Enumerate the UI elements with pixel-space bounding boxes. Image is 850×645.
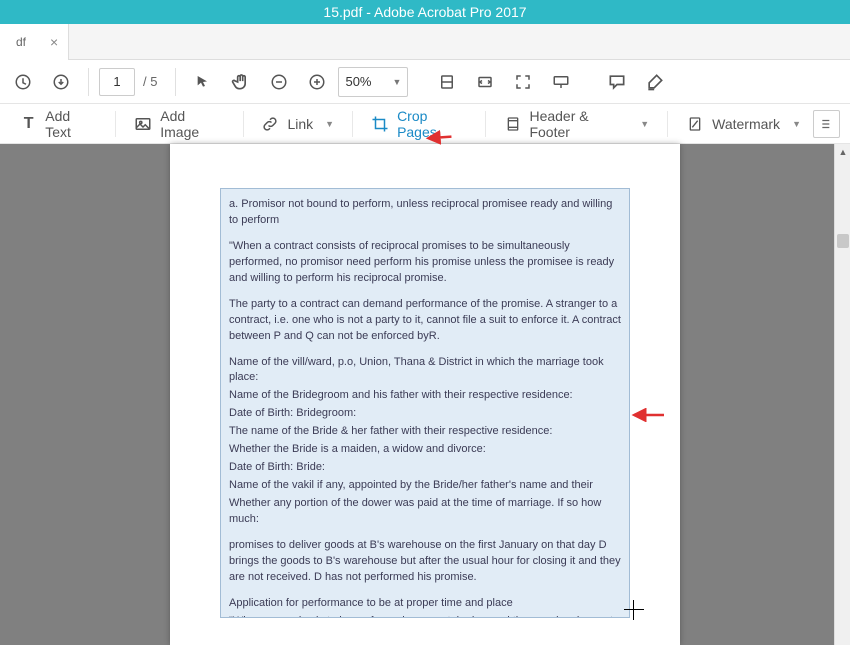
doc-text: promises to deliver goods at B's warehou… bbox=[229, 538, 621, 586]
doc-text: Whether the Bride is a maiden, a widow a… bbox=[229, 442, 621, 458]
scrollbar-thumb[interactable] bbox=[837, 234, 849, 248]
chevron-down-icon: ▼ bbox=[325, 119, 334, 129]
chevron-down-icon: ▼ bbox=[393, 77, 402, 87]
header-footer-icon bbox=[504, 115, 521, 133]
doc-text: "When a contract consists of reciprocal … bbox=[229, 239, 621, 287]
fit-width-icon[interactable] bbox=[468, 65, 502, 99]
doc-text: Date of Birth: Bridegroom: bbox=[229, 406, 621, 422]
link-icon bbox=[261, 115, 279, 133]
watermark-label: Watermark bbox=[712, 116, 780, 132]
watermark-button[interactable]: Watermark ▼ bbox=[676, 108, 811, 140]
doc-text: a. Promisor not bound to perform, unless… bbox=[229, 197, 621, 229]
scroll-up-icon[interactable]: ▲ bbox=[835, 144, 850, 160]
add-image-label: Add Image bbox=[160, 108, 224, 140]
crop-icon bbox=[371, 115, 389, 133]
crop-pages-button[interactable]: Crop Pages bbox=[361, 108, 477, 140]
more-options-button[interactable] bbox=[813, 110, 840, 138]
doc-text: Whether any portion of the dower was pai… bbox=[229, 496, 621, 528]
chevron-down-icon: ▼ bbox=[640, 119, 649, 129]
main-toolbar: 1 / 5 50% ▼ bbox=[0, 60, 850, 104]
link-button[interactable]: Link ▼ bbox=[251, 108, 344, 140]
crop-selection[interactable]: a. Promisor not bound to perform, unless… bbox=[220, 188, 630, 618]
read-mode-icon[interactable] bbox=[544, 65, 578, 99]
tab-close-icon[interactable]: × bbox=[50, 35, 58, 49]
pdf-page[interactable]: a. Promisor not bound to perform, unless… bbox=[170, 144, 680, 645]
download-icon[interactable] bbox=[44, 65, 78, 99]
doc-text: The name of the Bride & her father with … bbox=[229, 424, 621, 440]
text-icon: T bbox=[20, 115, 37, 133]
crop-pages-label: Crop Pages bbox=[397, 108, 467, 140]
add-text-label: Add Text bbox=[45, 108, 97, 140]
save-icon[interactable] bbox=[6, 65, 40, 99]
doc-text: "When a promise is to be performed on a … bbox=[229, 614, 621, 618]
comment-icon[interactable] bbox=[600, 65, 634, 99]
page-number-input[interactable]: 1 bbox=[99, 68, 135, 96]
add-image-button[interactable]: Add Image bbox=[124, 108, 234, 140]
zoom-in-icon[interactable] bbox=[300, 65, 334, 99]
zoom-value: 50% bbox=[345, 74, 371, 89]
chevron-down-icon: ▼ bbox=[792, 119, 801, 129]
header-footer-button[interactable]: Header & Footer ▼ bbox=[494, 108, 659, 140]
vertical-scrollbar[interactable]: ▲ bbox=[834, 144, 850, 645]
doc-text: Application for performance to be at pro… bbox=[229, 596, 621, 612]
doc-text: Date of Birth: Bride: bbox=[229, 460, 621, 476]
window-title: 15.pdf - Adobe Acrobat Pro 2017 bbox=[0, 0, 850, 24]
watermark-icon bbox=[686, 115, 704, 133]
highlight-icon[interactable] bbox=[638, 65, 672, 99]
link-label: Link bbox=[287, 116, 313, 132]
page-total-label: / 5 bbox=[139, 74, 165, 89]
document-viewport[interactable]: a. Promisor not bound to perform, unless… bbox=[0, 144, 850, 645]
document-tab[interactable]: df × bbox=[0, 24, 69, 60]
add-text-button[interactable]: T Add Text bbox=[10, 108, 107, 140]
fullscreen-icon[interactable] bbox=[506, 65, 540, 99]
fit-page-icon[interactable] bbox=[430, 65, 464, 99]
image-icon bbox=[134, 115, 152, 133]
zoom-out-icon[interactable] bbox=[262, 65, 296, 99]
select-tool-icon[interactable] bbox=[186, 65, 220, 99]
edit-toolbar: T Add Text Add Image Link ▼ Crop Pages H… bbox=[0, 104, 850, 144]
doc-text: Name of the Bridegroom and his father wi… bbox=[229, 388, 621, 404]
zoom-level-select[interactable]: 50% ▼ bbox=[338, 67, 408, 97]
tab-label: df bbox=[16, 35, 26, 49]
doc-text: Name of the vakil if any, appointed by t… bbox=[229, 478, 621, 494]
document-tabs: df × bbox=[0, 24, 850, 60]
hand-tool-icon[interactable] bbox=[224, 65, 258, 99]
header-footer-label: Header & Footer bbox=[529, 108, 628, 140]
doc-text: The party to a contract can demand perfo… bbox=[229, 297, 621, 345]
doc-text: Name of the vill/ward, p.o, Union, Thana… bbox=[229, 355, 621, 387]
